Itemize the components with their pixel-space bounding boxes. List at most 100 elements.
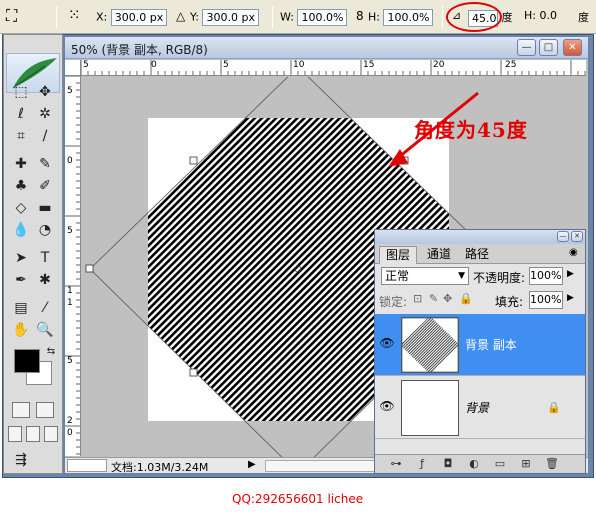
layer-mask-icon[interactable]: ◘ <box>441 457 455 471</box>
height-group: H: 100.0% <box>368 9 434 26</box>
y-label: Y: <box>190 10 199 24</box>
status-menu-arrow[interactable]: ▶ <box>248 459 256 470</box>
slice-tool-icon[interactable]: ∕ <box>34 125 56 147</box>
layer-style-icon[interactable]: ƒ <box>415 457 429 471</box>
move-tool-icon[interactable]: ✥ <box>34 81 56 103</box>
eyedropper-icon[interactable]: ⁄ <box>34 297 56 319</box>
vskew-unit: 度 <box>578 11 589 24</box>
tab-channels[interactable]: 通道 <box>421 246 457 264</box>
ruler-v-label: 1 <box>67 286 73 296</box>
minimize-button[interactable]: — <box>517 39 536 56</box>
marquee-tool-icon[interactable]: ⬚ <box>10 81 32 103</box>
transform-tool-icon[interactable]: ⛶ <box>6 6 17 26</box>
highlight-ellipse <box>446 2 502 32</box>
lock-label: 锁定: <box>379 295 408 309</box>
magic-wand-icon[interactable]: ✲ <box>34 103 56 125</box>
ruler-h-label: 25 <box>505 60 517 70</box>
panel-minimize-button[interactable]: — <box>557 231 569 242</box>
opacity-label: 不透明度: <box>473 271 526 285</box>
crop-tool-icon[interactable]: ⌗ <box>10 125 32 147</box>
eraser-tool-icon[interactable]: ◇ <box>10 197 32 219</box>
opacity-field[interactable]: 100% <box>529 267 563 285</box>
history-brush-icon[interactable]: ✐ <box>34 175 56 197</box>
close-button[interactable]: ✕ <box>563 39 582 56</box>
lock-position-icon[interactable]: ✥ <box>443 292 452 305</box>
layers-panel-footer: ⊶ ƒ ◘ ◐ ▭ ⊞ 🗑 <box>375 454 585 473</box>
zoom-field[interactable] <box>67 459 107 472</box>
x-label: X: <box>96 10 108 24</box>
delete-layer-icon[interactable]: 🗑 <box>545 457 559 471</box>
height-field[interactable]: 100.0% <box>383 9 434 26</box>
blend-row: 正常 ▼ 不透明度: 100% ▶ <box>375 265 585 287</box>
blend-mode-select[interactable]: 正常 ▼ <box>381 267 469 285</box>
annotation-text: 角度为45度 <box>414 118 528 142</box>
shape-tool-icon[interactable]: ✱ <box>34 269 56 291</box>
new-group-icon[interactable]: ▭ <box>493 457 507 471</box>
y-position-group: Y: 300.0 px <box>190 9 259 26</box>
hskew-field[interactable]: 0.0 <box>539 9 557 22</box>
layer-name: 背景 副本 <box>465 338 517 352</box>
y-position-field[interactable]: 300.0 px <box>202 9 259 26</box>
horizontal-ruler[interactable]: 5 0 5 10 15 20 25 <box>81 60 586 76</box>
adjustment-layer-icon[interactable]: ◐ <box>467 457 481 471</box>
delta-icon: △ <box>176 9 186 23</box>
ruler-h-label: 20 <box>433 60 445 70</box>
horizontal-scrollbar[interactable] <box>265 460 375 472</box>
lasso-tool-icon[interactable]: ℓ <box>10 103 32 125</box>
eye-icon[interactable]: 👁 <box>379 336 395 350</box>
tab-layers[interactable]: 图层 <box>379 246 418 264</box>
x-position-field[interactable]: 300.0 px <box>110 9 168 26</box>
vertical-ruler[interactable]: 5 0 5 1 1 5 2 0 <box>65 76 81 456</box>
blur-tool-icon[interactable]: 💧 <box>10 219 32 241</box>
panel-menu-icon[interactable]: ◉ <box>569 247 578 258</box>
angle-unit: 度 <box>501 11 513 24</box>
ruler-h-label: 5 <box>83 60 89 70</box>
panel-close-button[interactable]: ✕ <box>571 231 583 242</box>
opacity-arrow-icon[interactable]: ▶ <box>567 269 574 279</box>
lock-transparency-icon[interactable]: ⊡ <box>413 292 422 305</box>
quick-mask-button[interactable] <box>36 402 54 418</box>
transform-handle <box>85 264 94 273</box>
ruler-v-label: 5 <box>67 86 73 96</box>
screen-mode-2-button[interactable] <box>26 426 40 442</box>
x-position-group: X: 300.0 px <box>96 9 168 26</box>
fill-arrow-icon[interactable]: ▶ <box>567 293 574 303</box>
blend-mode-value: 正常 <box>385 269 410 283</box>
brush-tool-icon[interactable]: ✎ <box>34 153 56 175</box>
gradient-tool-icon[interactable]: ▬ <box>34 197 56 219</box>
lock-all-icon[interactable]: 🔒 <box>459 292 473 305</box>
jump-to-imageready-icon[interactable]: ⇶ <box>10 449 32 471</box>
swap-colors-icon[interactable]: ⇆ <box>40 341 62 363</box>
hand-tool-icon[interactable]: ✋ <box>10 319 32 341</box>
link-layers-icon[interactable]: ⊶ <box>389 457 403 471</box>
zoom-tool-icon[interactable]: 🔍 <box>34 319 56 341</box>
ruler-v-label: 2 <box>67 416 73 426</box>
foreground-color-swatch[interactable] <box>14 349 40 373</box>
clone-stamp-icon[interactable]: ♣ <box>10 175 32 197</box>
layer-row[interactable]: 👁 背景 副本 <box>375 314 585 376</box>
screen-mode-3-button[interactable] <box>44 426 58 442</box>
maximize-button[interactable]: □ <box>539 39 558 56</box>
options-bar: ⛶ ⁙ X: 300.0 px △ Y: 300.0 px W: 100.0% … <box>0 0 596 34</box>
ruler-v-label: 0 <box>67 156 73 166</box>
ruler-h-label: 15 <box>363 60 375 70</box>
healing-brush-icon[interactable]: ✚ <box>10 153 32 175</box>
reference-point-icon[interactable]: ⁙ <box>68 6 81 24</box>
path-selection-icon[interactable]: ➤ <box>10 247 32 269</box>
type-tool-icon[interactable]: T <box>34 247 56 269</box>
layer-thumbnail <box>401 380 459 436</box>
eye-icon[interactable]: 👁 <box>379 399 395 413</box>
w-label: W: <box>280 10 294 24</box>
new-layer-icon[interactable]: ⊞ <box>519 457 533 471</box>
screen-mode-1-button[interactable] <box>8 426 22 442</box>
dodge-tool-icon[interactable]: ◔ <box>34 219 56 241</box>
lock-pixels-icon[interactable]: ✎ <box>429 292 438 305</box>
standard-mode-button[interactable] <box>12 402 30 418</box>
tab-paths[interactable]: 路径 <box>459 246 495 264</box>
layer-row[interactable]: 👁 背景 🔒 <box>375 377 585 439</box>
width-field[interactable]: 100.0% <box>297 9 348 26</box>
notes-tool-icon[interactable]: ▤ <box>10 297 32 319</box>
fill-field[interactable]: 100% <box>529 291 563 309</box>
pen-tool-icon[interactable]: ✒ <box>10 269 32 291</box>
link-icon[interactable]: 8 <box>356 9 364 23</box>
